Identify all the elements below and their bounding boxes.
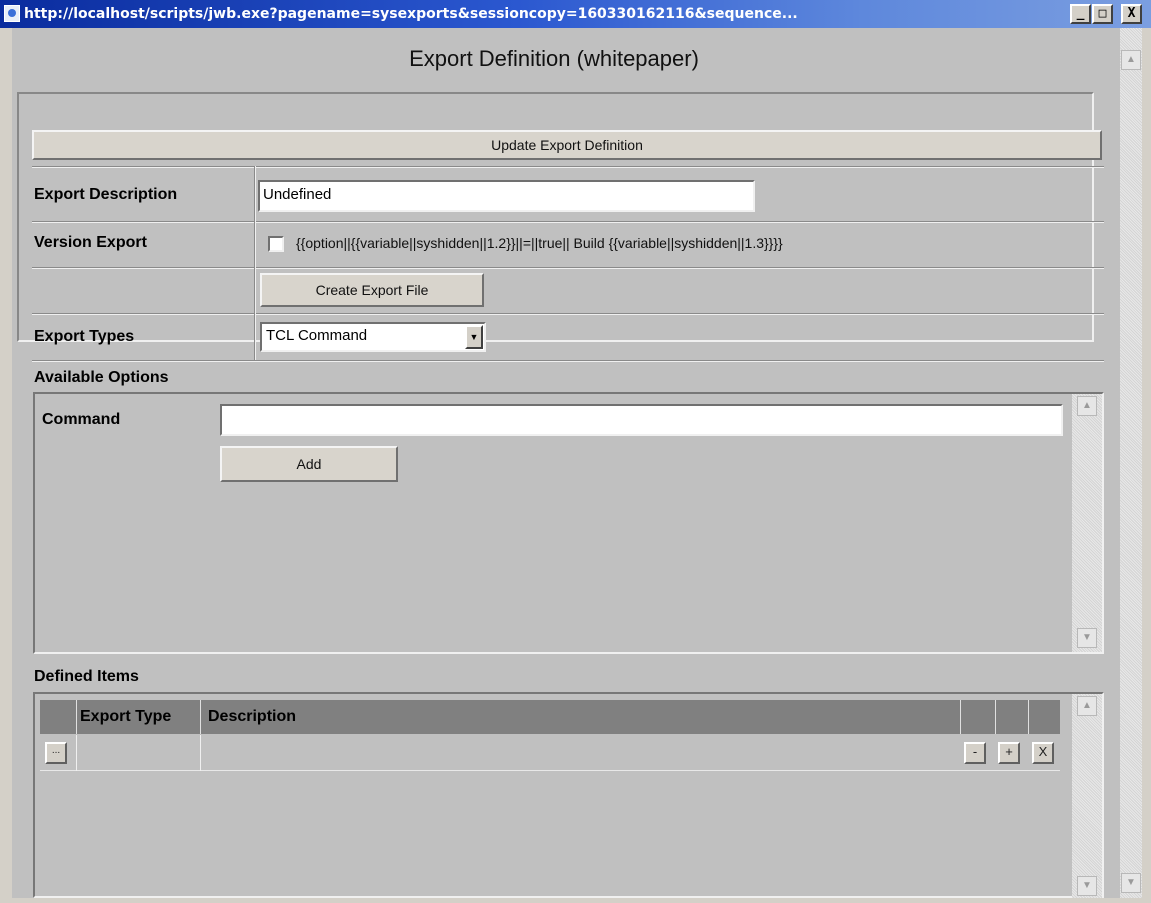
maximize-button[interactable]: □ — [1092, 4, 1113, 24]
items-scroll-up-icon[interactable]: ▲ — [1077, 696, 1097, 716]
app-icon — [4, 5, 20, 22]
row-move-up-button[interactable]: + — [998, 742, 1020, 764]
minimize-button[interactable]: _ — [1070, 4, 1091, 24]
version-export-checkbox[interactable] — [268, 236, 284, 252]
items-scroll-down-icon[interactable]: ▼ — [1077, 876, 1097, 896]
window-title-bar[interactable]: http://localhost/scripts/jwb.exe?pagenam… — [0, 0, 1151, 28]
column-divider — [254, 166, 256, 360]
export-types-label: Export Types — [34, 328, 135, 345]
defined-items-row — [40, 735, 1060, 771]
defined-items-header-row: Export Type Description — [40, 700, 1060, 734]
export-types-select[interactable]: TCL Command ▼ — [260, 322, 486, 352]
export-types-selected: TCL Command — [266, 327, 368, 344]
close-button[interactable]: X — [1121, 4, 1142, 24]
options-scroll-up-icon[interactable]: ▲ — [1077, 396, 1097, 416]
column-header-description: Description — [208, 708, 297, 725]
add-command-button[interactable]: Add — [220, 446, 398, 482]
row-open-button[interactable]: ... — [45, 742, 67, 764]
row-separator — [200, 735, 201, 771]
page-title: Export Definition (whitepaper) — [409, 46, 699, 71]
create-export-file-button[interactable]: Create Export File — [260, 273, 484, 307]
row-divider — [32, 360, 1104, 362]
row-delete-button[interactable]: X — [1032, 742, 1054, 764]
row-move-down-button[interactable]: - — [964, 742, 986, 764]
scroll-up-icon[interactable]: ▲ — [1121, 50, 1141, 70]
header-separator — [1028, 700, 1029, 734]
defined-items-heading: Defined Items — [34, 668, 139, 685]
update-export-definition-button[interactable]: Update Export Definition — [32, 130, 1102, 160]
scroll-down-icon[interactable]: ▼ — [1121, 873, 1141, 893]
options-scroll-down-icon[interactable]: ▼ — [1077, 628, 1097, 648]
items-scrollbar[interactable]: ▲ ▼ — [1072, 694, 1102, 898]
row-divider — [32, 267, 1104, 269]
command-input[interactable] — [220, 404, 1063, 436]
page-scrollbar[interactable]: ▲ ▼ — [1120, 28, 1142, 898]
export-description-input[interactable]: Undefined — [258, 180, 755, 212]
version-export-template-text: {{option||{{variable||syshidden||1.2}}||… — [296, 235, 783, 251]
window-title: http://localhost/scripts/jwb.exe?pagenam… — [24, 6, 798, 22]
command-label: Command — [42, 411, 121, 428]
header-separator — [960, 700, 961, 734]
version-export-label: Version Export — [34, 234, 147, 251]
row-divider — [32, 221, 1104, 223]
export-description-label: Export Description — [34, 186, 178, 203]
dropdown-arrow-icon[interactable]: ▼ — [465, 325, 483, 349]
row-divider — [32, 166, 1104, 168]
header-separator — [200, 700, 201, 734]
column-header-export-type: Export Type — [80, 708, 172, 725]
row-separator — [76, 735, 77, 771]
options-scrollbar[interactable]: ▲ ▼ — [1072, 394, 1102, 652]
header-separator — [76, 700, 77, 734]
header-separator — [995, 700, 996, 734]
available-options-heading: Available Options — [34, 369, 169, 386]
row-divider — [32, 313, 1104, 315]
